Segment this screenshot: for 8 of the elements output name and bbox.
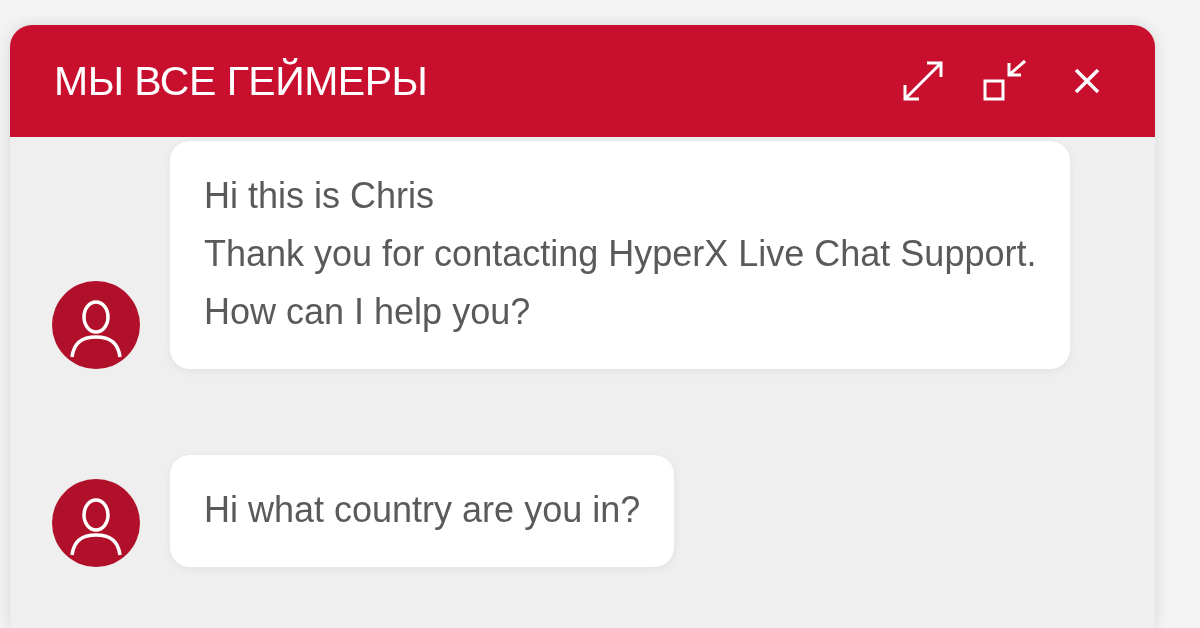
message-text: How can I help you? [204,290,532,334]
message-text: Hi this is Chris [204,174,436,218]
avatar-icon [52,281,140,369]
chat-title: МЫ ВСЕ ГЕЙМЕРЫ [54,57,429,105]
avatar-icon [52,479,140,567]
message-text: Hi what country are you in? [204,488,641,532]
message-text: Thank you for contacting HyperX Live Chat Support. [204,232,1037,276]
close-icon [1072,66,1102,96]
